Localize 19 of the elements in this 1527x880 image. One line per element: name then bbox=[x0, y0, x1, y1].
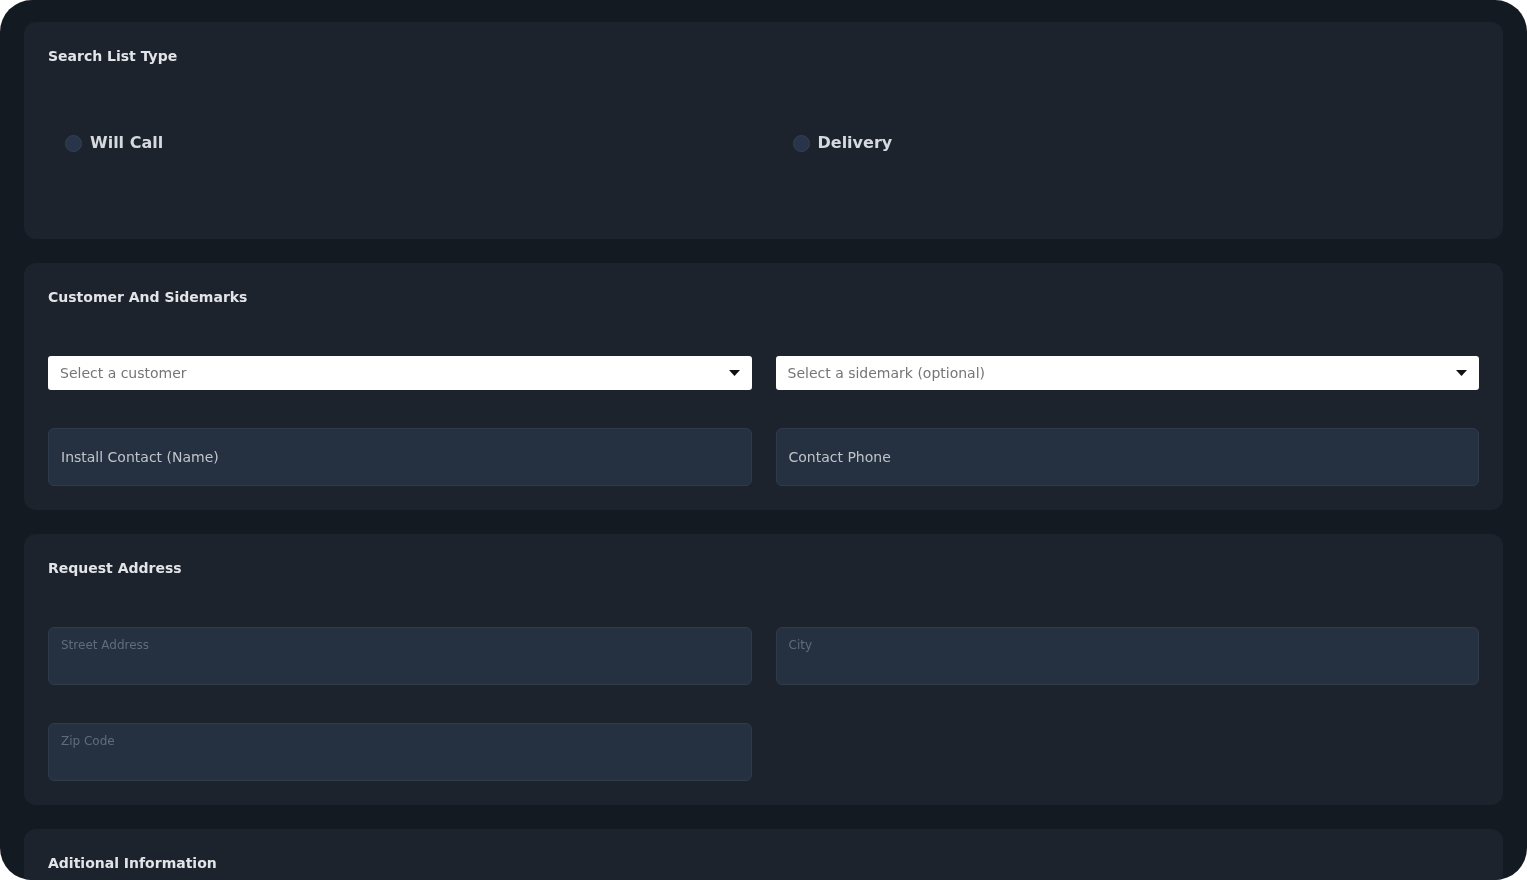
section-title: Search List Type bbox=[48, 47, 179, 66]
input-field[interactable]: Street Address bbox=[48, 627, 752, 685]
select-placeholder: Select a customer bbox=[60, 363, 187, 383]
select-placeholder: Select a sidemark (optional) bbox=[787, 363, 986, 383]
radio-label: Delivery bbox=[817, 132, 893, 154]
caret-icon bbox=[728, 370, 740, 376]
select-field[interactable]: Select a sidemark (optional) bbox=[775, 356, 1479, 390]
section-title: Request Address bbox=[48, 559, 183, 578]
radio-button[interactable] bbox=[792, 134, 810, 152]
input-field[interactable]: Zip Code bbox=[48, 723, 752, 781]
section-title: Aditional Information bbox=[48, 854, 218, 873]
caret-icon bbox=[1456, 370, 1467, 376]
radio-label: Will Call bbox=[90, 132, 164, 154]
select-field[interactable]: Select a customer bbox=[48, 356, 752, 390]
radio-button[interactable] bbox=[65, 134, 82, 152]
input-field[interactable]: Contact Phone bbox=[775, 428, 1479, 486]
input-field[interactable]: City bbox=[775, 627, 1479, 685]
section-title: Customer And Sidemarks bbox=[48, 288, 249, 307]
input-field[interactable]: Install Contact (Name) bbox=[48, 428, 752, 486]
